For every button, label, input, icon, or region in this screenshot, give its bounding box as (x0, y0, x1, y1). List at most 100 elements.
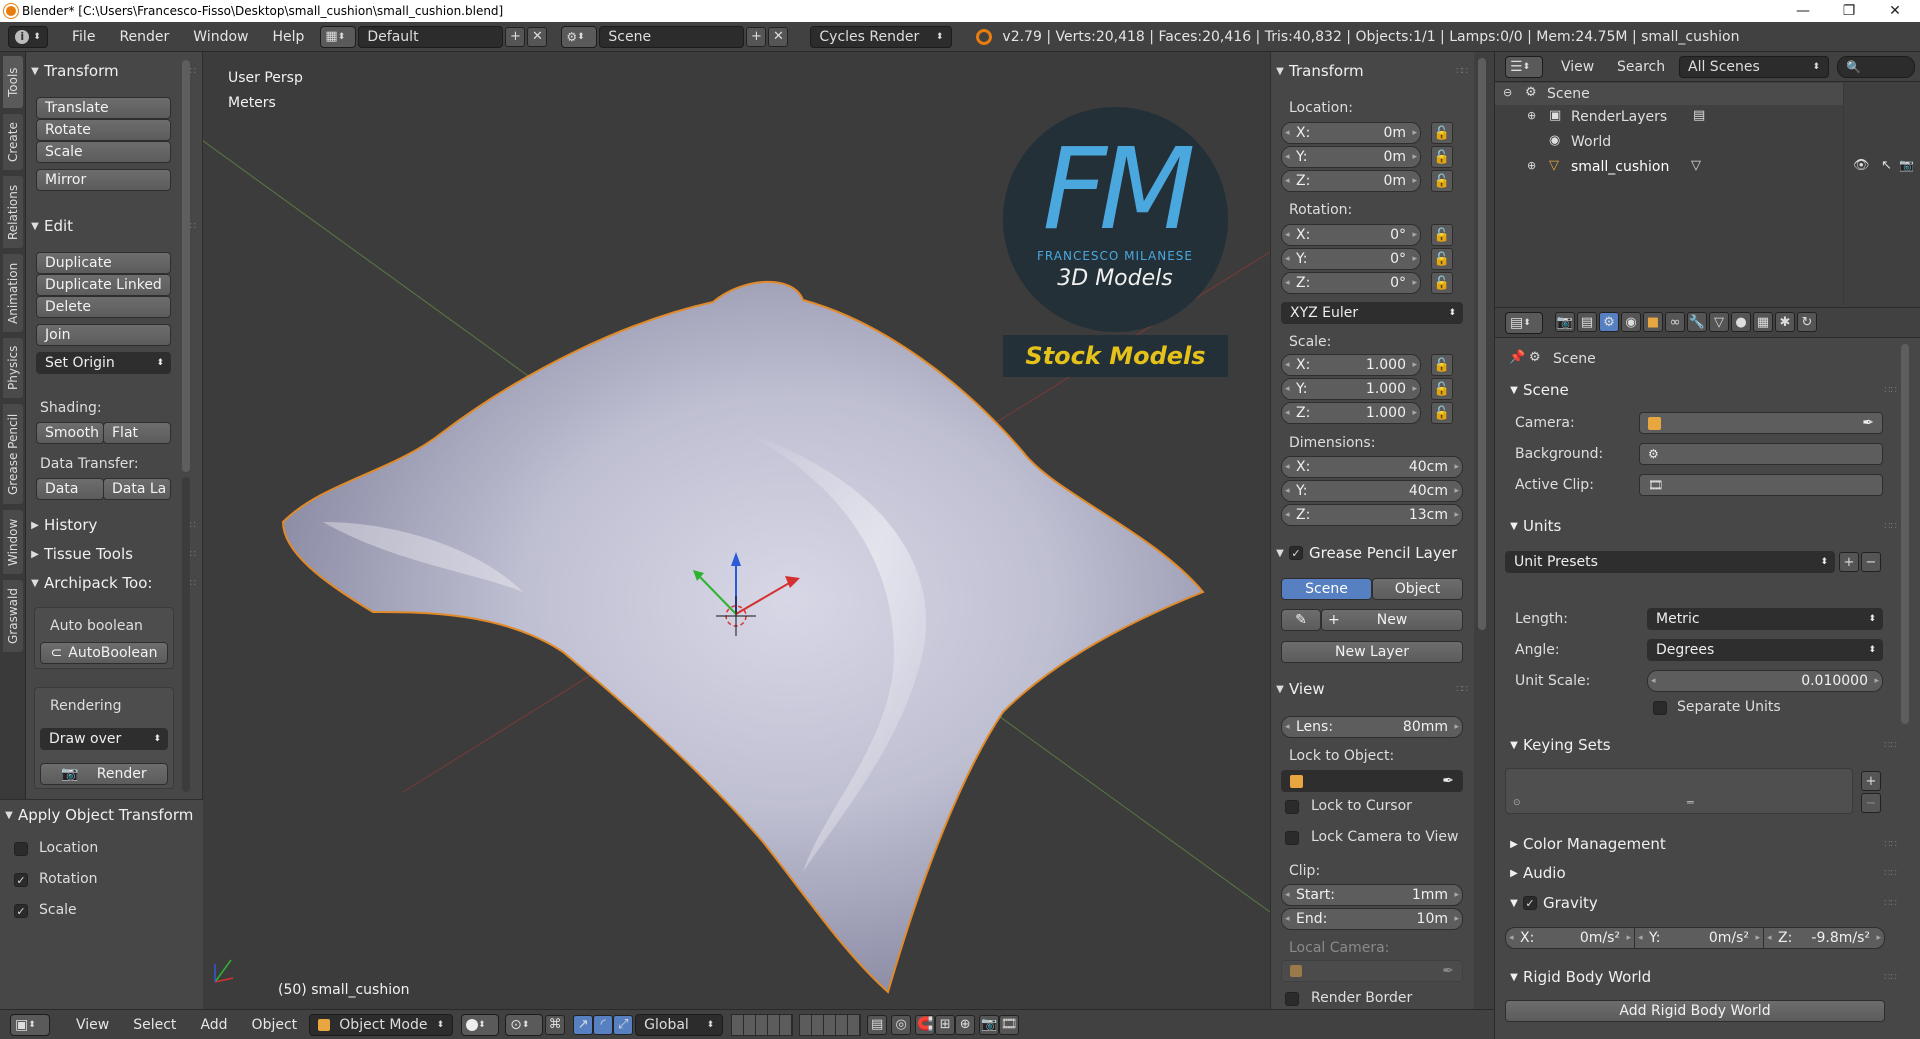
particles-tab-icon[interactable]: ✱ (1775, 312, 1795, 332)
unit-scale-field[interactable]: ◂ 0.010000 ▸ (1647, 670, 1883, 692)
set-origin-dropdown[interactable]: Set Origin ⬍ (36, 352, 171, 374)
lock-icon[interactable]: 🔓 (1431, 146, 1453, 168)
tab-physics[interactable]: Physics (3, 338, 23, 398)
list-resize-handle-icon[interactable]: ═ (1687, 796, 1694, 809)
location-checkbox[interactable] (14, 842, 28, 856)
lock-icon[interactable]: 🔓 (1431, 402, 1453, 424)
screen-layout-field[interactable]: Default (358, 25, 504, 48)
tab-relations[interactable]: Relations (3, 176, 23, 248)
layers-grid-a[interactable] (731, 1013, 794, 1036)
apply-transform-header[interactable]: ▼ Apply Object Transform (0, 804, 203, 826)
maximize-button[interactable]: ❐ (1826, 0, 1872, 22)
clip-end-field[interactable]: ◂ End: 10m ▸ (1281, 908, 1463, 930)
outliner-item-world[interactable]: World (1571, 134, 1611, 150)
translate-button[interactable]: Translate (36, 97, 171, 119)
render-layers-tab-icon[interactable]: ▤ (1577, 312, 1597, 332)
rotation-x-field[interactable]: ◂ X: 0° ▸ (1281, 224, 1421, 246)
world-tab-icon[interactable]: ◉ (1621, 312, 1641, 332)
renderable-camera-icon[interactable]: 📷 (1899, 158, 1914, 172)
layers-grid-b[interactable] (799, 1013, 862, 1036)
lock-icon[interactable]: 🔓 (1431, 272, 1453, 294)
scale-button[interactable]: Scale (36, 141, 171, 163)
transform-orientation-dropdown[interactable]: Global ⬍ (635, 1013, 724, 1036)
snap-target-icon[interactable]: ⊕ (955, 1014, 976, 1035)
duplicate-button[interactable]: Duplicate (36, 252, 171, 274)
scale-y-field[interactable]: ◂ Y: 1.000 ▸ (1281, 378, 1421, 400)
eyedropper-icon[interactable]: ✒ (1862, 415, 1874, 431)
local-camera-field[interactable]: ✒ (1281, 960, 1463, 982)
tab-grease-pencil[interactable]: Grease Pencil (3, 404, 23, 504)
grip-icon[interactable]: ∷∷ (1884, 521, 1897, 532)
tool-shelf-scrollbar[interactable] (182, 60, 190, 472)
tab-tools[interactable]: Tools (3, 56, 23, 108)
keying-sets-list[interactable] (1505, 768, 1853, 814)
scene-tab-icon[interactable]: ⚙ (1599, 312, 1619, 332)
scale-z-field[interactable]: ◂ Z: 1.000 ▸ (1281, 402, 1421, 424)
mirror-button[interactable]: Mirror (36, 169, 171, 191)
n-panel-scrollbar[interactable] (1474, 52, 1494, 1009)
audio-header[interactable]: ▶ Audio ∷∷ (1505, 861, 1901, 885)
tissue-panel-header[interactable]: ▶Tissue Tools∷∷ (26, 543, 203, 565)
outliner-search-input[interactable]: 🔍 (1837, 56, 1915, 78)
screen-layout-icon-button[interactable]: ▦ ⬍ (320, 25, 357, 48)
grip-icon[interactable]: ∷∷ (1884, 740, 1897, 751)
opengl-animation-icon[interactable]: 🎞 (999, 1014, 1020, 1035)
join-button[interactable]: Join (36, 324, 171, 346)
tab-graswald[interactable]: Graswald (3, 580, 23, 652)
scene-field[interactable]: Scene (599, 25, 745, 48)
color-management-header[interactable]: ▶ Color Management ∷∷ (1505, 832, 1901, 856)
gp-object-toggle[interactable]: Object (1372, 578, 1463, 600)
rotation-y-field[interactable]: ◂ Y: 0° ▸ (1281, 248, 1421, 270)
menu-window[interactable]: Window (181, 29, 260, 45)
edit-panel-header[interactable]: ▼Edit∷∷ (26, 215, 203, 237)
dimension-y-field[interactable]: ◂ Y: 40cm ▸ (1281, 480, 1463, 502)
data-transfer-button[interactable]: Data (36, 478, 104, 500)
lock-icon[interactable]: 🔓 (1431, 248, 1453, 270)
renderlayers-link-icon[interactable]: ▤ (1693, 108, 1705, 123)
grip-icon[interactable]: ∷∷ (1456, 66, 1468, 77)
menu-view[interactable]: View (64, 1017, 121, 1033)
grease-pencil-layer-header[interactable]: ▼ ✓ Grease Pencil Layer (1271, 542, 1475, 564)
pivot-point-dropdown[interactable]: ⊙ ⬍ (505, 1013, 544, 1036)
outliner-item-scene[interactable]: Scene (1547, 86, 1590, 102)
rotation-z-field[interactable]: ◂ Z: 0° ▸ (1281, 272, 1421, 294)
grip-icon[interactable]: ∷∷ (1884, 868, 1897, 879)
material-tab-icon[interactable]: ● (1731, 312, 1751, 332)
modifiers-tab-icon[interactable]: 🔧 (1687, 312, 1707, 332)
location-x-field[interactable]: ◂ X: 0m ▸ (1281, 122, 1421, 144)
manipulator-toggle-icon[interactable]: ⌘ (545, 1014, 566, 1035)
remove-layout-icon[interactable]: ✕ (527, 26, 548, 47)
remove-preset-icon[interactable]: − (1861, 552, 1881, 572)
grip-icon[interactable]: ∷∷ (1456, 684, 1468, 695)
lock-to-cursor-checkbox[interactable] (1285, 800, 1299, 814)
object-tab-icon[interactable]: ■ (1643, 312, 1663, 332)
lock-icon[interactable]: 🔓 (1431, 170, 1453, 192)
scene-section-header[interactable]: ▼ Scene ∷∷ (1505, 378, 1901, 402)
auto-boolean-button[interactable]: ⊂ AutoBoolean (40, 642, 168, 664)
tab-window[interactable]: Window (3, 510, 23, 574)
gravity-x-field[interactable]: ◂ X: 0m/s² ▸ (1505, 927, 1635, 949)
n-view-header[interactable]: ▼ View ∷∷ (1271, 678, 1475, 700)
selectable-arrow-icon[interactable]: ↖ (1881, 158, 1892, 173)
background-field[interactable]: ⚙ (1639, 443, 1883, 465)
menu-file[interactable]: File (60, 29, 107, 45)
data-tab-icon[interactable]: ▽ (1709, 312, 1729, 332)
3d-viewport[interactable]: User Persp Meters (50) small_cushion FM … (203, 52, 1270, 1009)
n-transform-header[interactable]: ▼ Transform ∷∷ (1271, 60, 1475, 82)
translate-manipulator-icon[interactable]: ↗ (573, 1014, 594, 1035)
duplicate-linked-button[interactable]: Duplicate Linked (36, 274, 171, 296)
render-border-checkbox[interactable] (1285, 992, 1299, 1006)
gravity-header[interactable]: ▼ ✓ Gravity ∷∷ (1505, 891, 1901, 915)
units-section-header[interactable]: ▼ Units ∷∷ (1505, 514, 1901, 538)
length-dropdown[interactable]: Metric ⬍ (1647, 608, 1883, 630)
properties-editor-type-button[interactable]: ▤ ⬍ (1505, 312, 1543, 334)
smooth-button[interactable]: Smooth (36, 422, 104, 444)
add-keying-set-icon[interactable]: + (1861, 771, 1881, 791)
rotate-button[interactable]: Rotate (36, 119, 171, 141)
scene-icon-button[interactable]: ⚙ ⬍ (561, 25, 598, 48)
lock-layers-icon[interactable]: ▤ (867, 1014, 888, 1035)
gp-scene-toggle[interactable]: Scene (1281, 578, 1372, 600)
flat-button[interactable]: Flat (103, 422, 171, 444)
lens-field[interactable]: ◂ Lens: 80mm ▸ (1281, 716, 1463, 738)
constraints-tab-icon[interactable]: ∞ (1665, 312, 1685, 332)
